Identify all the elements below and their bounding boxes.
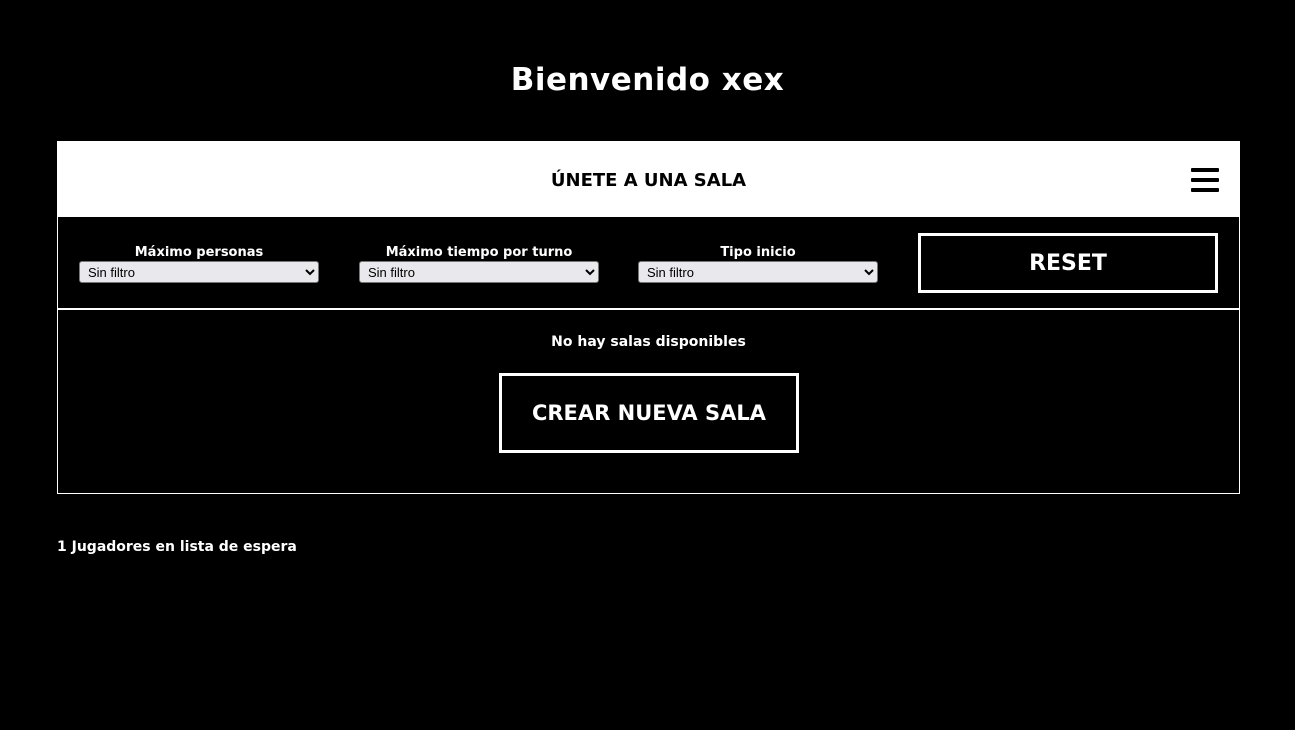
waiting-players-count: 1 Jugadores en lista de espera [57, 539, 297, 555]
lobby-page: Bienvenido xex ÚNETE A UNA SALA Máximo p… [0, 0, 1295, 730]
join-room-header: ÚNETE A UNA SALA [58, 142, 1239, 217]
filters-bar: Máximo personas Sin filtro Máximo tiempo… [58, 217, 1239, 310]
filter-start-type-label: Tipo inicio [720, 245, 796, 260]
create-room-button[interactable]: CREAR NUEVA SALA [499, 373, 799, 453]
rooms-list: No hay salas disponibles CREAR NUEVA SAL… [58, 310, 1239, 493]
menu-bar [1191, 188, 1219, 192]
menu-bar [1191, 178, 1219, 182]
filter-max-turn-time-label: Máximo tiempo por turno [385, 245, 573, 260]
filter-start-type-select[interactable]: Sin filtro [638, 261, 878, 283]
filter-max-turn-time-select[interactable]: Sin filtro [359, 261, 599, 283]
hamburger-menu-icon[interactable] [1191, 168, 1219, 192]
menu-bar [1191, 168, 1219, 172]
filter-max-people-select[interactable]: Sin filtro [79, 261, 319, 283]
filter-max-people: Máximo personas Sin filtro [79, 245, 319, 283]
join-room-title: ÚNETE A UNA SALA [550, 170, 747, 191]
no-rooms-message: No hay salas disponibles [551, 334, 746, 350]
filter-max-turn-time: Máximo tiempo por turno Sin filtro [359, 245, 599, 283]
join-room-panel: ÚNETE A UNA SALA Máximo personas Sin fil… [57, 141, 1240, 494]
filter-max-people-label: Máximo personas [134, 245, 264, 260]
filter-start-type: Tipo inicio Sin filtro [638, 245, 878, 283]
reset-button[interactable]: RESET [918, 233, 1218, 293]
welcome-title: Bienvenido xex [510, 62, 785, 98]
